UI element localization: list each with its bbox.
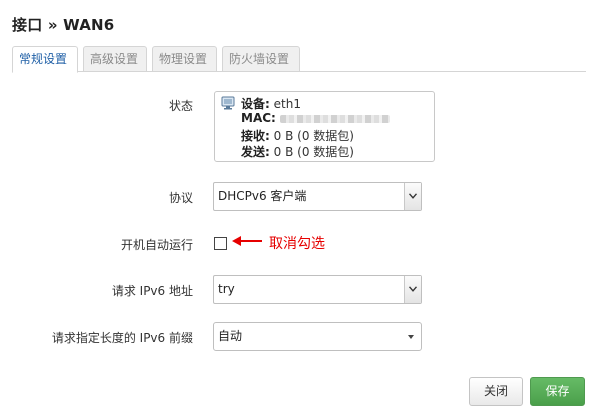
network-port-icon xyxy=(221,96,235,110)
status-panel: 设备: eth1 MAC: 接收: 0 B (0 数据包) 发送: 0 B (0… xyxy=(214,91,435,162)
reqaddress-dropdown-button[interactable] xyxy=(404,276,421,303)
status-rx-value: 0 B (0 数据包) xyxy=(273,129,354,143)
status-device: 设备: eth1 xyxy=(241,95,301,112)
caret-down-icon xyxy=(408,335,414,339)
annotation-text: 取消勾选 xyxy=(269,236,325,252)
save-button[interactable]: 保存 xyxy=(530,377,585,406)
status-rx: 接收: 0 B (0 数据包) xyxy=(241,127,354,144)
protocol-label: 协议 xyxy=(168,191,193,205)
reqaddress-value: try xyxy=(218,282,235,296)
red-arrow-icon xyxy=(232,236,262,246)
reqprefix-label: 请求指定长度的 IPv6 前缀 xyxy=(51,331,193,345)
tab-general[interactable]: 常规设置 xyxy=(12,46,78,73)
tab-physical[interactable]: 物理设置 xyxy=(152,46,217,72)
status-label: 状态 xyxy=(168,99,193,113)
mac-address-redacted xyxy=(279,114,390,123)
status-tx-key: 发送: xyxy=(241,145,270,159)
status-rx-key: 接收: xyxy=(241,129,270,143)
reqaddress-select[interactable]: try xyxy=(213,275,422,304)
reqaddress-label: 请求 IPv6 地址 xyxy=(111,284,193,298)
autostart-label: 开机自动运行 xyxy=(120,238,193,252)
autostart-checkbox[interactable] xyxy=(214,237,227,250)
reqprefix-select[interactable]: 自动 xyxy=(213,322,422,351)
status-mac-key: MAC: xyxy=(241,111,276,125)
tab-bar: 常规设置 高级设置 物理设置 防火墙设置 xyxy=(12,46,586,73)
page-title: 接口 » WAN6 xyxy=(12,16,115,34)
protocol-value: DHCPv6 客户端 xyxy=(218,189,307,203)
protocol-select[interactable]: DHCPv6 客户端 xyxy=(213,182,422,211)
chevron-down-icon xyxy=(409,286,417,292)
chevron-down-icon xyxy=(409,193,417,199)
reqprefix-value: 自动 xyxy=(218,329,243,343)
protocol-dropdown-button[interactable] xyxy=(404,183,421,210)
close-button[interactable]: 关闭 xyxy=(469,377,523,406)
status-tx-value: 0 B (0 数据包) xyxy=(273,145,354,159)
status-device-value: eth1 xyxy=(273,97,301,111)
status-mac: MAC: xyxy=(241,111,390,125)
status-tx: 发送: 0 B (0 数据包) xyxy=(241,143,354,160)
status-device-key: 设备: xyxy=(241,97,270,111)
tab-advanced[interactable]: 高级设置 xyxy=(83,46,147,72)
tab-firewall[interactable]: 防火墙设置 xyxy=(222,46,300,72)
